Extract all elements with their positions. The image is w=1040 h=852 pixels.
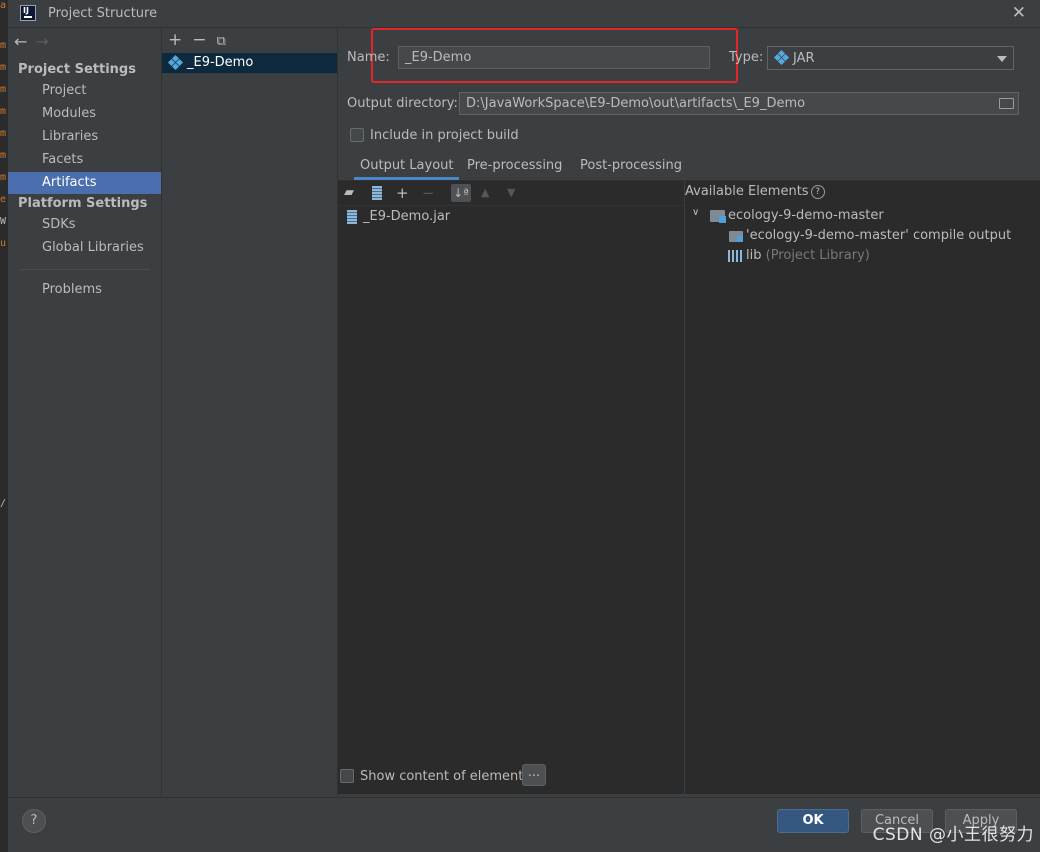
dialog-footer: ? OK Cancel Apply CSDN @小王很努力 xyxy=(8,797,1040,852)
available-elements-label: Available Elements xyxy=(685,184,809,199)
nav-item-modules[interactable]: Modules xyxy=(8,103,161,125)
back-arrow-icon[interactable]: ← xyxy=(14,32,27,51)
artifact-jar-icon xyxy=(167,54,184,71)
forward-arrow-icon[interactable]: → xyxy=(35,32,48,51)
output-directory-field[interactable]: D:\JavaWorkSpace\E9-Demo\out\artifacts\_… xyxy=(459,92,1019,115)
nav-item-project[interactable]: Project xyxy=(8,80,161,102)
artifacts-toolbar: + − ⧉ xyxy=(168,30,236,50)
module-icon xyxy=(710,210,726,223)
settings-nav: ← → Project Settings Project Modules Libr… xyxy=(8,28,162,796)
create-archive-icon[interactable] xyxy=(372,186,382,200)
type-value: JAR xyxy=(793,51,815,66)
nav-divider xyxy=(20,269,150,270)
output-layout-toolbar: ▰ + − ↓ª ▲ ▼ xyxy=(338,181,684,206)
remove-element-icon[interactable]: − xyxy=(422,184,435,202)
title-bar: IJ Project Structure ✕ xyxy=(8,0,1040,28)
name-label: Name: xyxy=(347,50,390,65)
nav-item-facets[interactable]: Facets xyxy=(8,149,161,171)
remove-icon[interactable]: − xyxy=(192,30,206,50)
nav-item-artifacts[interactable]: Artifacts xyxy=(8,172,161,194)
jar-type-icon xyxy=(773,49,790,66)
add-icon[interactable]: + xyxy=(168,30,182,50)
tab-pre-processing[interactable]: Pre-processing xyxy=(461,158,568,180)
nav-item-sdks[interactable]: SDKs xyxy=(8,214,161,236)
nav-item-problems[interactable]: Problems xyxy=(8,279,161,301)
help-button[interactable]: ? xyxy=(22,809,46,833)
type-label: Type: xyxy=(729,50,764,65)
available-elements-pane: Available Elements? ∨ ecology-9-demo-mas… xyxy=(685,181,1040,794)
show-content-label: Show content of elements xyxy=(360,769,531,784)
output-directory-value: D:\JavaWorkSpace\E9-Demo\out\artifacts\_… xyxy=(466,96,806,111)
name-field[interactable]: _E9-Demo xyxy=(398,46,710,69)
platform-settings-header: Platform Settings xyxy=(18,196,148,211)
background-editor-edge: a m m m m m m m e Wu / xyxy=(0,0,8,851)
help-circle-icon[interactable]: ? xyxy=(810,185,825,199)
nav-item-libraries[interactable]: Libraries xyxy=(8,126,161,148)
tab-post-processing[interactable]: Post-processing xyxy=(574,158,688,180)
library-item[interactable]: lib (Project Library) xyxy=(746,248,870,263)
nav-item-global-libraries[interactable]: Global Libraries xyxy=(8,237,161,259)
move-up-icon[interactable]: ▲ xyxy=(481,184,489,202)
compile-output-folder-icon xyxy=(729,231,743,242)
compile-output-item[interactable]: 'ecology-9-demo-master' compile output xyxy=(746,228,1011,243)
output-jar-item[interactable]: _E9-Demo.jar xyxy=(363,209,450,224)
library-name: lib xyxy=(746,248,762,263)
expand-chevron-icon[interactable]: ∨ xyxy=(692,207,699,218)
tab-output-layout[interactable]: Output Layout xyxy=(354,158,460,180)
jar-file-icon xyxy=(347,210,357,224)
include-in-build-label: Include in project build xyxy=(370,128,519,143)
project-structure-dialog: IJ Project Structure ✕ ← → Project Settin… xyxy=(8,0,1040,852)
show-content-checkbox[interactable] xyxy=(340,769,354,783)
chevron-down-icon xyxy=(997,56,1007,62)
available-elements-header: Available Elements? xyxy=(685,184,825,199)
browse-folder-icon[interactable] xyxy=(999,98,1014,109)
artifact-item-label: _E9-Demo xyxy=(187,55,254,70)
window-title: Project Structure xyxy=(48,6,158,21)
sort-alphabetically-icon[interactable]: ↓ª xyxy=(451,184,471,202)
show-content-options-button[interactable]: ... xyxy=(522,764,546,786)
artifact-item[interactable]: _E9-Demo xyxy=(162,53,337,73)
ok-button[interactable]: OK xyxy=(777,809,849,833)
include-in-build-checkbox[interactable] xyxy=(350,128,364,142)
intellij-app-icon: IJ xyxy=(20,5,36,21)
library-type: (Project Library) xyxy=(765,248,870,263)
project-settings-header: Project Settings xyxy=(18,62,136,77)
move-down-icon[interactable]: ▼ xyxy=(507,184,515,202)
nav-arrows: ← → xyxy=(14,32,57,51)
add-element-icon[interactable]: + xyxy=(396,184,409,202)
output-directory-label: Output directory: xyxy=(347,96,458,111)
create-directory-icon[interactable]: ▰ xyxy=(344,184,354,202)
copy-icon[interactable]: ⧉ xyxy=(217,34,226,49)
output-layout-pane: ▰ + − ↓ª ▲ ▼ _E9-Demo.jar xyxy=(338,181,684,794)
csdn-watermark: CSDN @小王很努力 xyxy=(872,825,1034,845)
library-icon xyxy=(728,250,743,262)
artifact-editor: Name: _E9-Demo Type: JAR Output director… xyxy=(338,28,1040,796)
close-icon[interactable]: ✕ xyxy=(1012,3,1026,23)
type-select[interactable]: JAR xyxy=(767,46,1014,70)
artifacts-list-panel: + − ⧉ _E9-Demo xyxy=(162,28,338,796)
module-item[interactable]: ecology-9-demo-master xyxy=(728,208,884,223)
